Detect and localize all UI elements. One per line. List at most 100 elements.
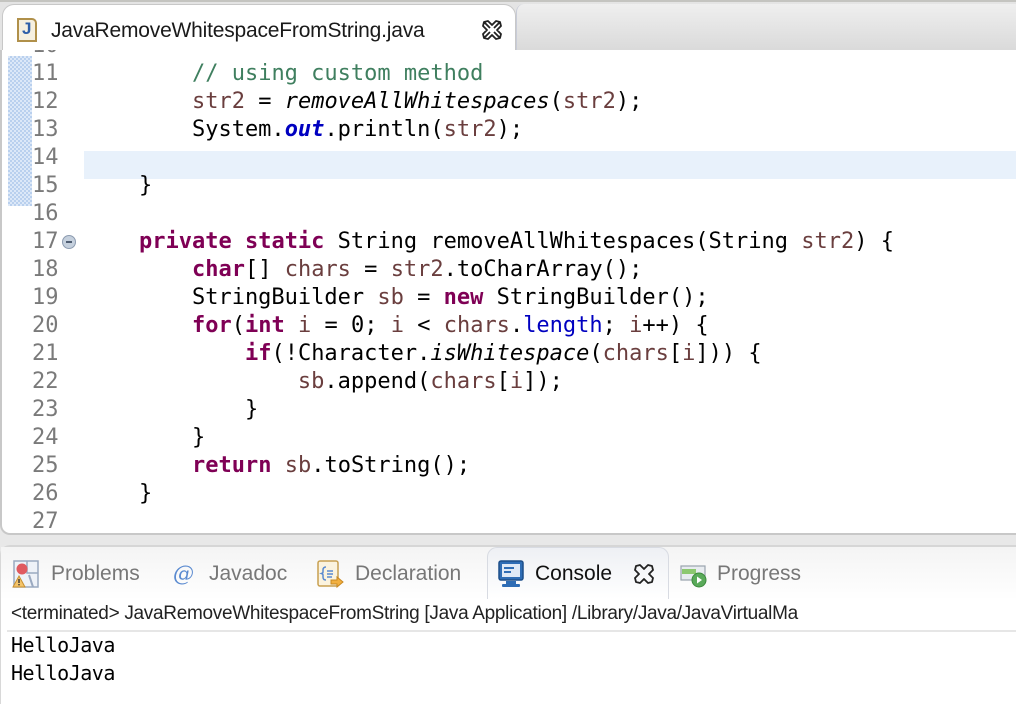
close-icon[interactable]: [633, 563, 655, 585]
variable-token: i: [390, 313, 404, 338]
code-line[interactable]: 23 }: [2, 396, 1016, 424]
line-number: 20: [32, 313, 59, 338]
keyword-token: for: [191, 313, 232, 338]
code-line[interactable]: 15 }: [2, 172, 1016, 200]
code-text: // using custom method: [86, 60, 483, 88]
code-token: }: [86, 397, 259, 422]
code-line[interactable]: 25 return sb.toString();: [2, 452, 1016, 480]
problems-icon: [12, 560, 39, 588]
variable-token: i: [682, 341, 696, 366]
code-line[interactable]: 18 char[] chars = str2.toCharArray();: [2, 256, 1016, 284]
variable-token: sb: [377, 285, 404, 310]
code-line[interactable]: 21 if(!Character.isWhitespace(chars[i]))…: [2, 340, 1016, 368]
code-line[interactable]: 13 System.out.println(str2);: [2, 116, 1016, 144]
line-number: 24: [32, 425, 59, 450]
code-token: out: [284, 117, 325, 142]
code-text: if(!Character.isWhitespace(chars[i])) {: [86, 340, 762, 368]
code-text: System.out.println(str2);: [86, 116, 523, 144]
code-line[interactable]: 20 for(int i = 0; i < chars.length; i++)…: [2, 312, 1016, 340]
keyword-token: new: [443, 285, 484, 310]
variable-token: chars: [443, 313, 510, 338]
console-output-line: HelloJava: [11, 633, 115, 657]
collapse-fold-icon[interactable]: [62, 235, 76, 249]
tab-label: Javadoc: [209, 562, 288, 585]
code-line[interactable]: 14: [2, 144, 1016, 172]
variable-token: i: [297, 313, 312, 338]
code-token: ]);: [523, 369, 563, 394]
variable-token: i: [629, 313, 643, 338]
line-number: 17: [32, 229, 59, 254]
line-number: 18: [32, 257, 59, 282]
tab-label: Console: [535, 562, 613, 585]
code-token: .toCharArray();: [443, 257, 643, 282]
code-token: []: [244, 257, 285, 282]
code-line[interactable]: 26 }: [2, 480, 1016, 508]
variable-token: str2: [191, 89, 245, 114]
line-number: 25: [32, 453, 59, 478]
line-number: 15: [32, 173, 59, 198]
code-token: ++) {: [642, 313, 709, 338]
code-token: );: [615, 89, 643, 114]
variable-token: sb: [297, 369, 325, 394]
code-token: StringBuilder: [86, 285, 378, 310]
code-token: =: [403, 285, 444, 310]
code-line[interactable]: 27: [2, 508, 1016, 533]
code-line[interactable]: 24 }: [2, 424, 1016, 452]
code-line[interactable]: 11 // using custom method: [2, 60, 1016, 88]
code-token: String removeAllWhitespaces(String: [324, 229, 802, 254]
code-line[interactable]: 19 StringBuilder sb = new StringBuilder(…: [2, 284, 1016, 312]
code-editor[interactable]: 1011 // using custom method12 str2 = rem…: [0, 50, 1016, 535]
variable-token: chars: [284, 257, 351, 282]
panel-tab-bar: Problems @ Javadoc Declaration Console P…: [1, 547, 1016, 600]
code-text: return sb.toString();: [86, 452, 470, 480]
at-sign-icon: @: [173, 562, 194, 586]
code-line[interactable]: 10: [2, 50, 1016, 60]
close-icon[interactable]: [481, 19, 503, 41]
line-number: 16: [32, 201, 59, 226]
code-line[interactable]: 16: [2, 200, 1016, 228]
variable-token: str2: [801, 229, 855, 254]
console-separator: [7, 630, 1016, 632]
editor-tab-label: JavaRemoveWhitespaceFromString.java: [51, 19, 425, 42]
declaration-icon: [317, 560, 344, 589]
code-line[interactable]: 12 str2 = removeAllWhitespaces(str2);: [2, 88, 1016, 116]
console-process-header: <terminated> JavaRemoveWhitespaceFromStr…: [11, 603, 798, 624]
editor-tab-java-file[interactable]: J JavaRemoveWhitespaceFromString.java: [2, 4, 516, 54]
keyword-token: static: [244, 229, 325, 254]
line-number: 12: [32, 89, 59, 114]
code-text: }: [86, 480, 152, 508]
code-text: StringBuilder sb = new StringBuilder();: [86, 284, 709, 312]
code-line[interactable]: 22 sb.append(chars[i]);: [2, 368, 1016, 396]
code-text: char[] chars = str2.toCharArray();: [86, 256, 642, 284]
tab-label: Declaration: [355, 562, 462, 585]
code-text: sb.append(chars[i]);: [86, 368, 563, 396]
code-token: }: [86, 481, 153, 506]
editor-tab-bar-empty-area: [516, 4, 1016, 55]
variable-token: chars: [602, 341, 669, 366]
code-token: System.: [86, 117, 285, 142]
code-token: ;: [602, 313, 630, 338]
bottom-panel: Problems @ Javadoc Declaration Console P…: [0, 545, 1016, 704]
line-number: 21: [32, 341, 59, 366]
code-token: = 0;: [311, 313, 391, 338]
code-token: isWhitespace: [430, 341, 590, 366]
code-line[interactable]: 17 private static String removeAllWhites…: [2, 228, 1016, 256]
code-token: .toString();: [311, 453, 471, 478]
code-token: ])) {: [695, 341, 762, 366]
keyword-token: return: [191, 453, 272, 478]
line-number: 13: [32, 117, 59, 142]
variable-token: sb: [284, 453, 312, 478]
variable-token: i: [509, 369, 524, 394]
progress-icon: [680, 565, 707, 588]
line-number: 22: [32, 369, 59, 394]
code-text: for(int i = 0; i < chars.length; i++) {: [86, 312, 709, 340]
variable-token: chars: [430, 369, 497, 394]
variable-token: str2: [443, 117, 497, 142]
